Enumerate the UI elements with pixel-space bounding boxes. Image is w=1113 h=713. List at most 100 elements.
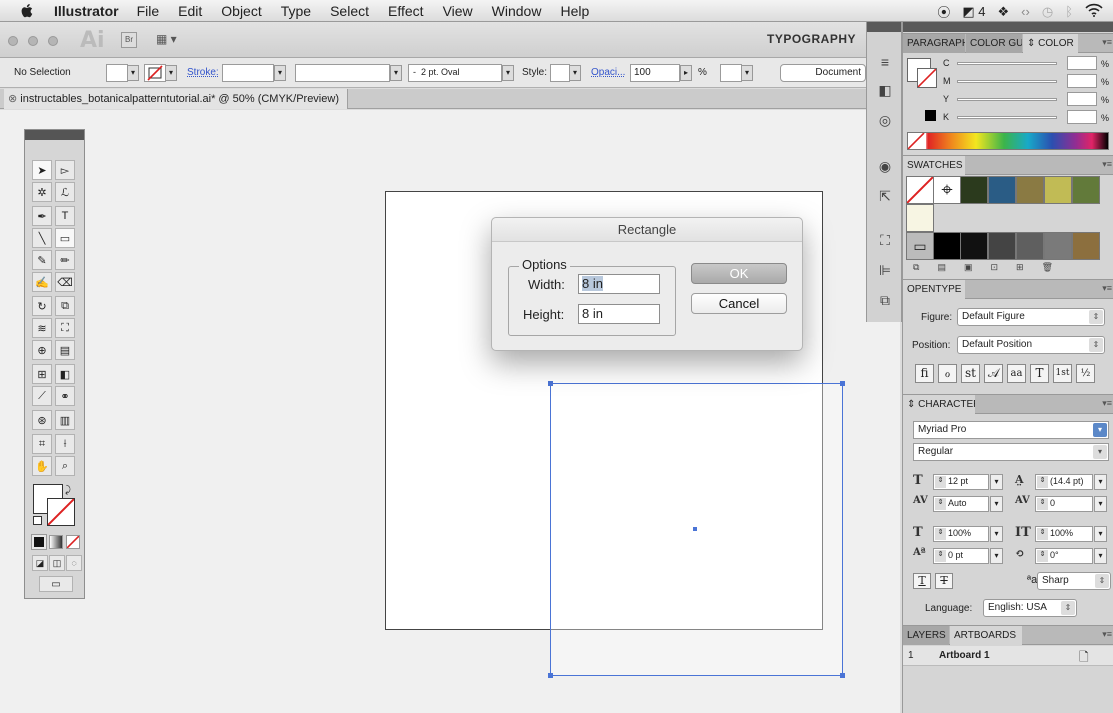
stroke-weight-field[interactable] [222, 64, 274, 82]
stepper-icon[interactable]: ⇕ [1037, 528, 1048, 540]
width-input[interactable]: 8 in [578, 274, 660, 294]
swatch[interactable] [988, 176, 1016, 204]
direct-selection-tool-icon[interactable]: ▻ [55, 160, 75, 180]
artboard-row[interactable]: 1 Artboard 1 🗋 [903, 646, 1113, 666]
character-menu-icon[interactable]: ▾≡ [1102, 398, 1112, 409]
channel-y-slider[interactable] [957, 98, 1057, 101]
channel-m-value[interactable] [1067, 74, 1097, 88]
line-tool-icon[interactable]: ╲ [32, 228, 52, 248]
character-rotation-dropdown[interactable]: ▾ [1094, 548, 1107, 564]
stepper-icon[interactable]: ⇕ [1037, 498, 1048, 510]
column-graph-tool-icon[interactable]: ▥ [55, 410, 75, 430]
shape-builder-tool-icon[interactable]: ⊕ [32, 340, 52, 360]
recolor-artwork-icon[interactable] [720, 64, 742, 82]
leading-dropdown[interactable]: ▾ [1094, 474, 1107, 490]
workspace-switcher[interactable]: TYPOGRAPHY [767, 32, 856, 46]
kerning-dropdown[interactable]: ▾ [990, 496, 1003, 512]
stepper-icon[interactable]: ⇕ [1037, 476, 1048, 488]
bridge-button[interactable]: Br [121, 32, 137, 48]
menu-select[interactable]: Select [330, 3, 369, 19]
opentype-menu-icon[interactable]: ▾≡ [1102, 283, 1112, 294]
default-colors-icon[interactable] [33, 516, 42, 525]
draw-normal-icon[interactable]: ◪ [32, 555, 48, 571]
variable-width-dropdown[interactable]: ▾ [390, 65, 402, 81]
opacity-field[interactable]: 100 [630, 64, 680, 82]
color-spectrum[interactable] [907, 132, 1109, 150]
paintbrush-tool-icon[interactable]: ✎ [32, 250, 52, 270]
appearance-icon[interactable]: ◎ [875, 112, 895, 130]
ordinals-button[interactable]: 1st [1053, 364, 1072, 383]
record-icon[interactable]: ⦿ [937, 2, 950, 21]
swatch-kind-icon[interactable]: ▤ [937, 262, 946, 276]
none-mode-icon[interactable] [66, 535, 80, 549]
channel-k-value[interactable] [1067, 110, 1097, 124]
channel-c-slider[interactable] [957, 62, 1057, 65]
pencil-tool-icon[interactable]: ✏ [55, 250, 75, 270]
selection-tool-icon[interactable]: ➤ [32, 160, 52, 180]
leading-field[interactable]: ⇕ (14.4 pt) [1035, 474, 1093, 490]
contextual-alternates-button[interactable]: ℴ [938, 364, 957, 383]
antialias-select[interactable]: Sharp ⇕ [1037, 572, 1111, 590]
graphic-style-dropdown[interactable]: ▾ [569, 65, 581, 81]
channel-k-slider[interactable] [957, 116, 1057, 119]
stepper-icon[interactable]: ⇕ [935, 476, 946, 488]
arrange-documents-icon[interactable]: ▦ ▾ [156, 32, 192, 48]
swatch-libraries-icon[interactable]: ⧉ [913, 262, 919, 276]
stylistic-alternates-button[interactable]: aa [1007, 364, 1026, 383]
transparency-icon[interactable]: ◧ [875, 82, 895, 100]
hand-tool-icon[interactable]: ✋ [32, 456, 52, 476]
font-size-dropdown[interactable]: ▾ [990, 474, 1003, 490]
swatch-folder-icon[interactable]: ▭ [906, 232, 934, 260]
tab-character[interactable]: ⇕ CHARACTER [903, 395, 975, 414]
fractions-button[interactable]: ½ [1076, 364, 1095, 383]
tracking-dropdown[interactable]: ▾ [1094, 496, 1107, 512]
channel-c-value[interactable] [1067, 56, 1097, 70]
swatch[interactable] [933, 232, 961, 260]
font-style-select[interactable]: Regular ▾ [913, 443, 1109, 461]
close-window-button[interactable] [8, 36, 18, 46]
transform-icon[interactable]: ⛶ [875, 232, 895, 250]
variable-width-field[interactable] [295, 64, 390, 82]
tab-color-guide[interactable]: COLOR GUI [966, 34, 1022, 53]
strip-header[interactable] [867, 22, 901, 32]
app-menu-illustrator[interactable]: Illustrator [54, 3, 119, 19]
artboard-options-icon[interactable]: 🗋 [1079, 648, 1089, 669]
stepper-icon[interactable]: ⇕ [935, 498, 946, 510]
font-family-select[interactable]: Myriad Pro ▾ [913, 421, 1109, 439]
bounding-handle[interactable] [840, 381, 845, 386]
titling-alternates-button[interactable]: T [1030, 364, 1049, 383]
graphic-style-swatch[interactable] [550, 64, 570, 82]
menu-effect[interactable]: Effect [388, 3, 424, 19]
kerning-field[interactable]: ⇕ Auto [933, 496, 989, 512]
stroke-color-icon[interactable] [47, 498, 75, 526]
discretionary-ligatures-button[interactable]: st [961, 364, 980, 383]
eyedropper-tool-icon[interactable]: ⟋ [32, 386, 52, 406]
export-icon[interactable]: ⇱ [875, 188, 895, 206]
tab-swatches[interactable]: SWATCHES [903, 156, 965, 175]
stepper-icon[interactable]: ⇕ [1037, 550, 1048, 562]
menu-window[interactable]: Window [492, 3, 542, 19]
horizontal-scale-dropdown[interactable]: ▾ [1094, 526, 1107, 542]
fill-dropdown[interactable]: ▾ [127, 65, 139, 81]
delete-swatch-icon[interactable]: 🗑 [1042, 262, 1053, 276]
blob-brush-tool-icon[interactable]: ✍ [32, 272, 52, 292]
stroke-weight-dropdown[interactable]: ▾ [274, 65, 286, 81]
color-stroke-icon[interactable] [917, 68, 937, 88]
align-icon[interactable]: ⊫ [875, 262, 895, 280]
strikethrough-button[interactable]: T [935, 573, 953, 589]
fill-swatch[interactable] [106, 64, 128, 82]
code-icon[interactable]: ‹› [1021, 4, 1030, 19]
mesh-tool-icon[interactable]: ⊞ [32, 364, 52, 384]
stepper-icon[interactable]: ⇕ [935, 550, 946, 562]
swatch-options-icon[interactable]: ▣ [964, 262, 973, 276]
tab-color[interactable]: ⇕ COLOR [1023, 34, 1078, 53]
channel-m-slider[interactable] [957, 80, 1057, 83]
baseline-shift-field[interactable]: ⇕ 0 pt [933, 548, 989, 564]
tracking-field[interactable]: ⇕ 0 [1035, 496, 1093, 512]
minimize-window-button[interactable] [28, 36, 38, 46]
stroke-swatch[interactable] [144, 64, 166, 82]
tools-panel-header[interactable] [25, 130, 84, 140]
brush-field[interactable]: - 2 pt. Oval [408, 64, 502, 82]
document-setup-button[interactable]: Document [780, 64, 866, 82]
bounding-handle[interactable] [840, 673, 845, 678]
